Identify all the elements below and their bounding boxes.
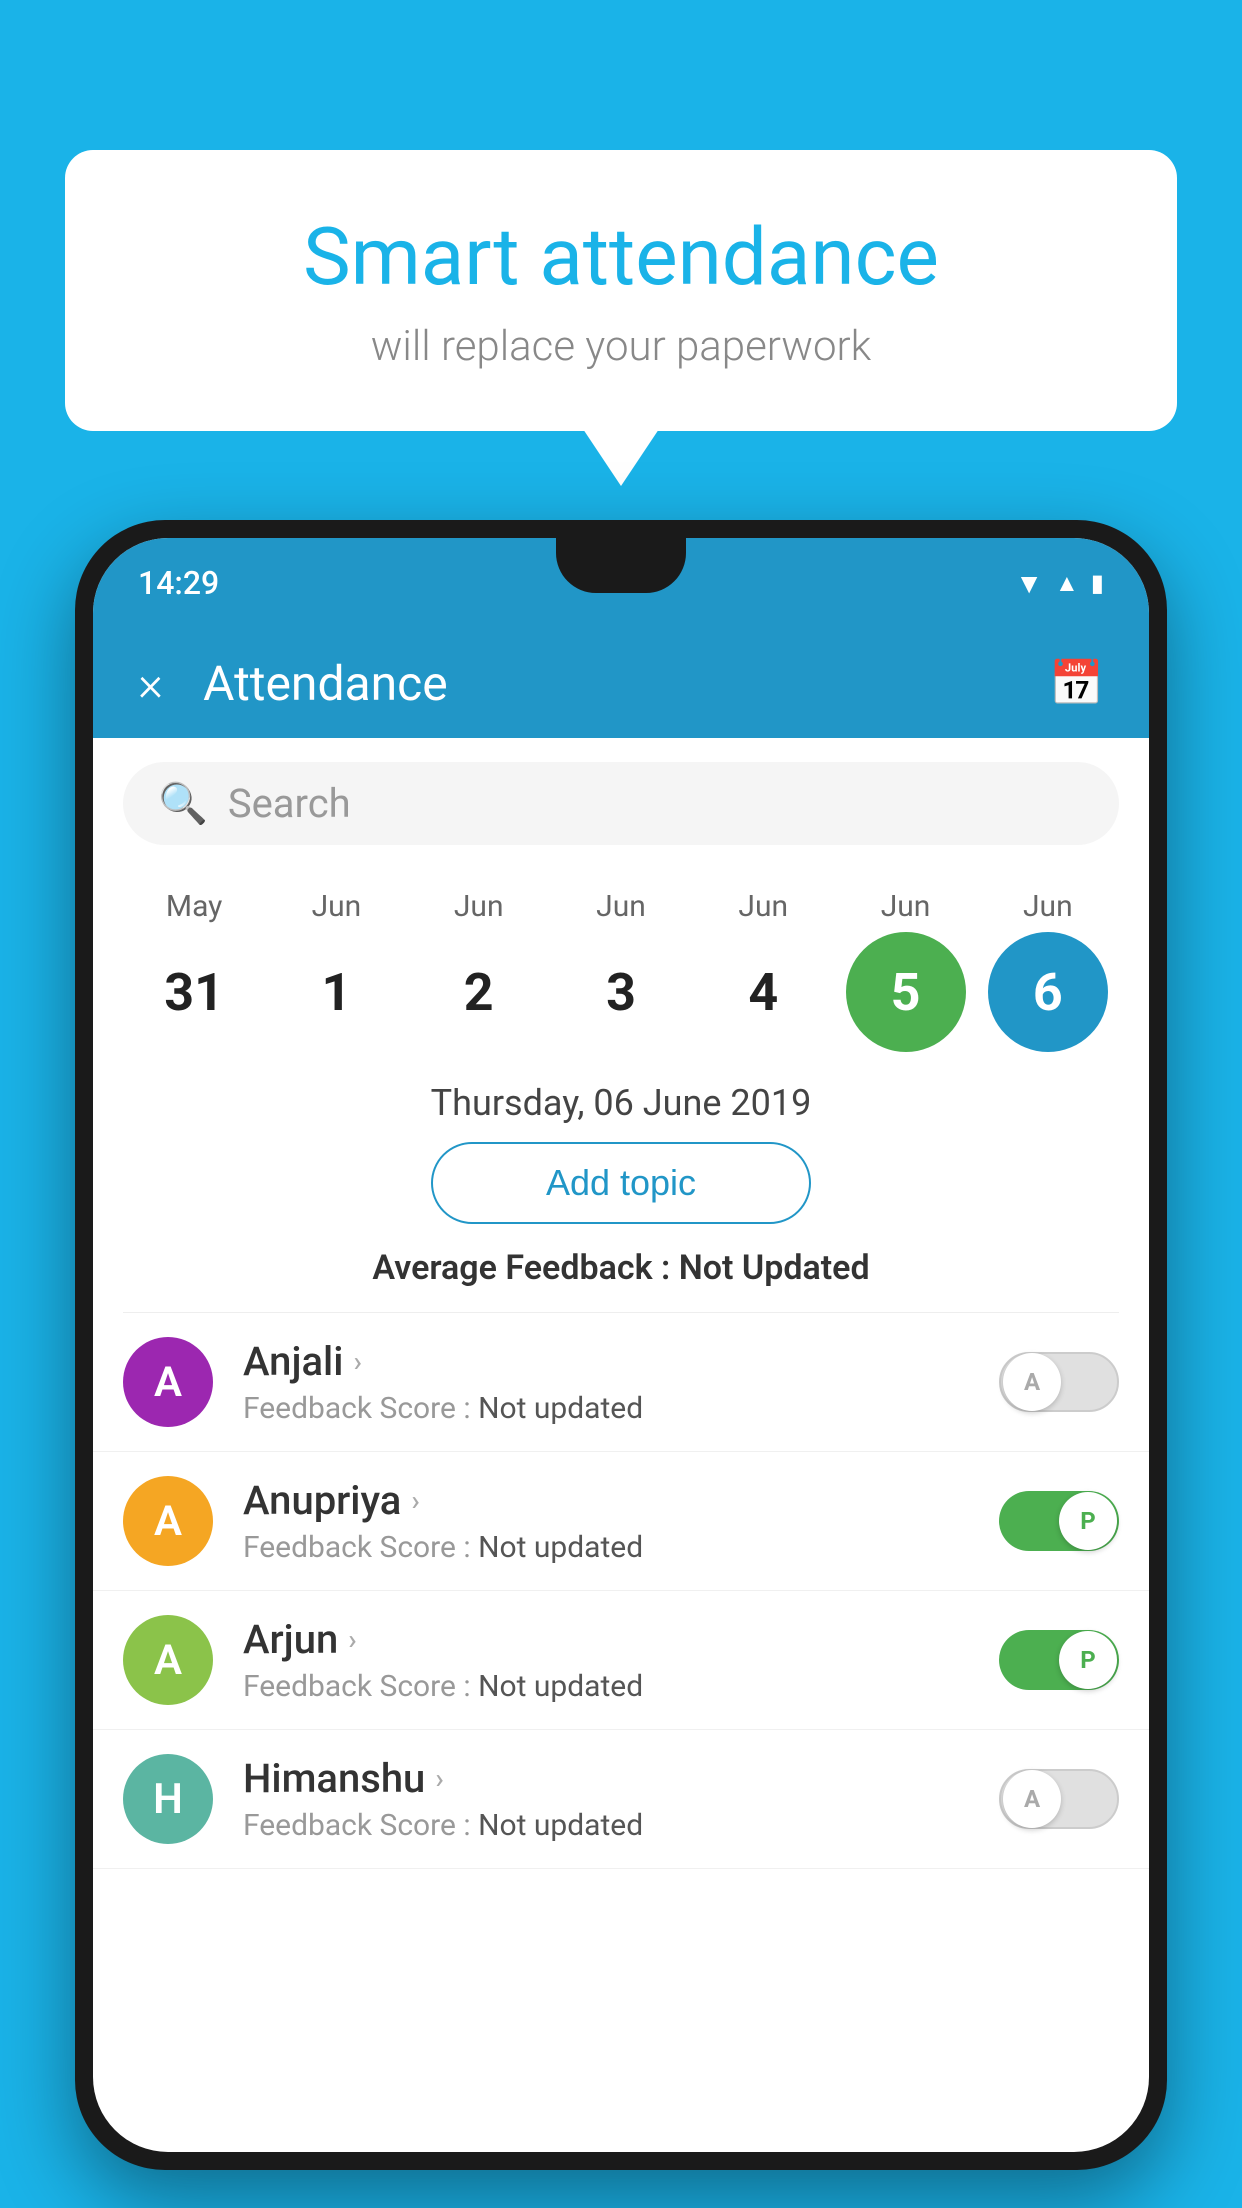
cal-date-0[interactable]: 31 [134, 932, 254, 1052]
cal-month-4: Jun [703, 889, 823, 924]
status-time: 14:29 [138, 564, 219, 602]
bubble-subtitle: will replace your paperwork [135, 322, 1107, 371]
attendance-toggle-2[interactable]: P [999, 1630, 1119, 1690]
cal-month-6: Jun [988, 889, 1108, 924]
speech-bubble: Smart attendance will replace your paper… [65, 150, 1177, 431]
student-toggle-wrap-0[interactable]: A [999, 1352, 1119, 1412]
status-icons: ▼ ▲ ▮ [1015, 567, 1104, 600]
student-name-0: Anjali › [243, 1338, 979, 1385]
toggle-thumb-2: P [1059, 1631, 1117, 1689]
toggle-thumb-1: P [1059, 1492, 1117, 1550]
phone-mockup: 14:29 ▼ ▲ ▮ × Attendance 📅 🔍 Search [75, 520, 1167, 2208]
cal-date-5[interactable]: 5 [846, 932, 966, 1052]
avg-feedback-value: Not Updated [679, 1248, 870, 1288]
cal-date-4[interactable]: 4 [703, 932, 823, 1052]
student-chevron-1: › [411, 1484, 419, 1517]
student-name-1: Anupriya › [243, 1477, 979, 1524]
student-chevron-0: › [353, 1345, 361, 1378]
battery-icon: ▮ [1091, 569, 1104, 597]
student-name-2: Arjun › [243, 1616, 979, 1663]
speech-bubble-container: Smart attendance will replace your paper… [65, 150, 1177, 431]
wifi-icon: ▼ [1015, 567, 1043, 600]
student-avatar-2: A [123, 1615, 213, 1705]
attendance-toggle-0[interactable]: A [999, 1352, 1119, 1412]
cal-month-2: Jun [419, 889, 539, 924]
add-topic-button[interactable]: Add topic [431, 1142, 811, 1224]
search-input[interactable]: Search [228, 780, 351, 827]
student-list: A Anjali › Feedback Score : Not updated … [93, 1313, 1149, 1869]
cal-month-1: Jun [276, 889, 396, 924]
student-row-3[interactable]: H Himanshu › Feedback Score : Not update… [93, 1730, 1149, 1869]
student-avatar-0: A [123, 1337, 213, 1427]
student-info-3: Himanshu › Feedback Score : Not updated [243, 1755, 979, 1843]
student-row-2[interactable]: A Arjun › Feedback Score : Not updated P [93, 1591, 1149, 1730]
header-title: Attendance [203, 655, 1049, 712]
toggle-thumb-0: A [1003, 1353, 1061, 1411]
avg-feedback: Average Feedback : Not Updated [93, 1248, 1149, 1288]
student-feedback-1: Feedback Score : Not updated [243, 1530, 979, 1565]
cal-date-3[interactable]: 3 [561, 932, 681, 1052]
student-avatar-3: H [123, 1754, 213, 1844]
cal-month-0: May [134, 889, 254, 924]
calendar-months: May Jun Jun Jun Jun Jun Jun [123, 889, 1119, 924]
search-icon: 🔍 [158, 780, 208, 827]
student-name-3: Himanshu › [243, 1755, 979, 1802]
search-bar[interactable]: 🔍 Search [123, 762, 1119, 845]
student-avatar-1: A [123, 1476, 213, 1566]
student-row-0[interactable]: A Anjali › Feedback Score : Not updated … [93, 1313, 1149, 1452]
close-button[interactable]: × [138, 655, 163, 712]
student-toggle-wrap-2[interactable]: P [999, 1630, 1119, 1690]
status-bar: 14:29 ▼ ▲ ▮ [93, 538, 1149, 628]
toggle-thumb-3: A [1003, 1770, 1061, 1828]
student-info-0: Anjali › Feedback Score : Not updated [243, 1338, 979, 1426]
signal-icon: ▲ [1055, 569, 1079, 598]
phone-outer: 14:29 ▼ ▲ ▮ × Attendance 📅 🔍 Search [75, 520, 1167, 2170]
cal-date-2[interactable]: 2 [419, 932, 539, 1052]
calendar-dates: 31 1 2 3 4 5 6 [123, 932, 1119, 1052]
student-feedback-3: Feedback Score : Not updated [243, 1808, 979, 1843]
student-feedback-2: Feedback Score : Not updated [243, 1669, 979, 1704]
cal-date-6[interactable]: 6 [988, 932, 1108, 1052]
student-chevron-3: › [435, 1762, 443, 1795]
phone-notch [556, 538, 686, 593]
selected-date-label: Thursday, 06 June 2019 [93, 1082, 1149, 1124]
phone-inner: 14:29 ▼ ▲ ▮ × Attendance 📅 🔍 Search [93, 538, 1149, 2152]
student-info-1: Anupriya › Feedback Score : Not updated [243, 1477, 979, 1565]
app-header: × Attendance 📅 [93, 628, 1149, 738]
cal-month-5: Jun [846, 889, 966, 924]
student-row-1[interactable]: A Anupriya › Feedback Score : Not update… [93, 1452, 1149, 1591]
attendance-toggle-3[interactable]: A [999, 1769, 1119, 1829]
student-feedback-0: Feedback Score : Not updated [243, 1391, 979, 1426]
calendar-row: May Jun Jun Jun Jun Jun Jun 31 1 2 3 4 5… [93, 869, 1149, 1062]
cal-date-1[interactable]: 1 [276, 932, 396, 1052]
avg-feedback-label: Average Feedback : [372, 1248, 678, 1288]
bubble-title: Smart attendance [135, 210, 1107, 304]
student-toggle-wrap-1[interactable]: P [999, 1491, 1119, 1551]
attendance-toggle-1[interactable]: P [999, 1491, 1119, 1551]
student-chevron-2: › [348, 1623, 356, 1656]
cal-month-3: Jun [561, 889, 681, 924]
calendar-icon[interactable]: 📅 [1049, 657, 1104, 709]
student-toggle-wrap-3[interactable]: A [999, 1769, 1119, 1829]
student-info-2: Arjun › Feedback Score : Not updated [243, 1616, 979, 1704]
